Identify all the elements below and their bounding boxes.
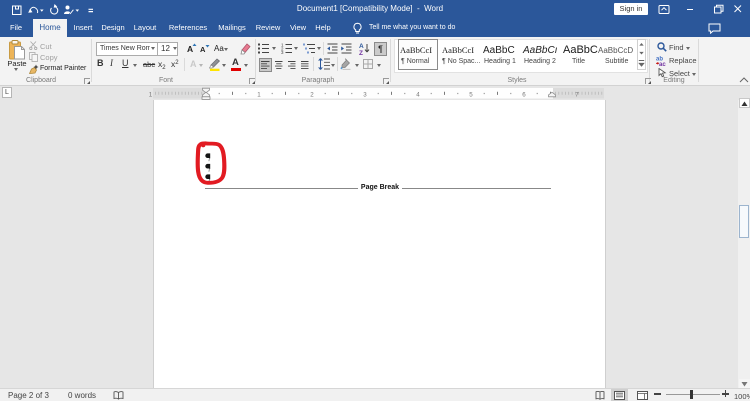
svg-text:4: 4 xyxy=(416,91,420,98)
svg-text:6: 6 xyxy=(522,91,526,98)
svg-text:A: A xyxy=(359,43,364,50)
svg-text:3: 3 xyxy=(281,50,284,54)
svg-text:Z: Z xyxy=(359,50,363,55)
svg-text:5: 5 xyxy=(469,91,473,98)
svg-text:1: 1 xyxy=(149,91,153,98)
svg-text:2: 2 xyxy=(310,91,314,98)
svg-text:3: 3 xyxy=(363,91,367,98)
svg-text:ac: ac xyxy=(659,62,666,66)
svg-text:1: 1 xyxy=(257,91,261,98)
svg-text:7: 7 xyxy=(575,91,579,98)
